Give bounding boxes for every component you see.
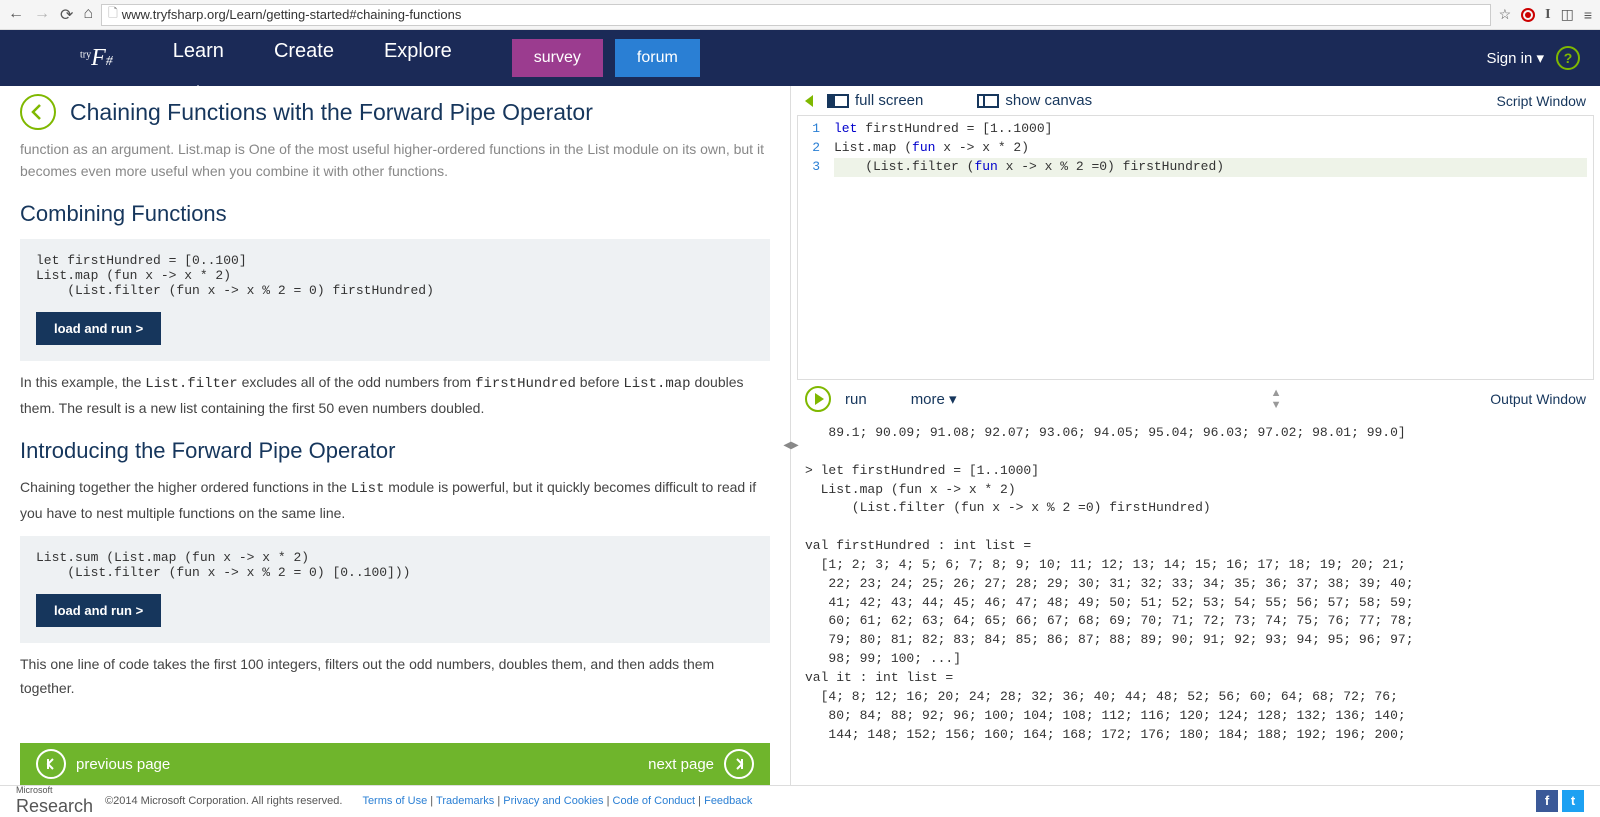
section-combining: Combining Functions bbox=[20, 201, 770, 227]
run-icon[interactable] bbox=[805, 386, 831, 412]
url-bar[interactable]: 🗋 www.tryfsharp.org/Learn/getting-starte… bbox=[101, 4, 1491, 26]
collapse-icon[interactable] bbox=[805, 95, 813, 107]
fullscreen-icon bbox=[827, 94, 849, 108]
site-header: tryF# Learn Create Explore survey forum … bbox=[0, 30, 1600, 86]
load-run-button-1[interactable]: load and run > bbox=[36, 312, 161, 345]
nav-learn[interactable]: Learn bbox=[173, 40, 224, 77]
cutoff-text: function as an argument. List.map is One… bbox=[20, 138, 770, 183]
show-canvas-button[interactable]: show canvas bbox=[977, 92, 1092, 109]
footer-link-trademarks[interactable]: Trademarks bbox=[436, 795, 494, 807]
url-text: www.tryfsharp.org/Learn/getting-started#… bbox=[122, 7, 462, 22]
adblock-icon[interactable] bbox=[1521, 8, 1535, 22]
more-button[interactable]: more ▾ bbox=[911, 390, 957, 408]
tutorial-pane: Chaining Functions with the Forward Pipe… bbox=[0, 86, 790, 785]
nav-create[interactable]: Create bbox=[274, 40, 334, 77]
code-2: List.sum (List.map (fun x -> x * 2) (Lis… bbox=[36, 550, 754, 580]
menu-icon[interactable]: ≡ bbox=[1584, 7, 1592, 23]
script-pane: ◀▶ full screen show canvas Script Window… bbox=[790, 86, 1600, 785]
help-icon[interactable]: ? bbox=[1556, 46, 1580, 70]
next-page-icon[interactable] bbox=[724, 749, 754, 779]
main-nav: Learn Create Explore bbox=[173, 40, 452, 77]
home-icon[interactable]: ⌂ bbox=[83, 5, 93, 25]
ext-icon-box[interactable]: ◫ bbox=[1561, 6, 1574, 23]
prev-page-link[interactable]: previous page bbox=[76, 756, 170, 773]
footer-link-privacy[interactable]: Privacy and Cookies bbox=[503, 795, 603, 807]
para-1: In this example, the List.filter exclude… bbox=[20, 371, 770, 421]
forward-icon[interactable]: → bbox=[34, 5, 50, 25]
editor-gutter: 123 bbox=[798, 116, 828, 379]
prev-page-icon[interactable] bbox=[36, 749, 66, 779]
browser-toolbar: ← → ⟳ ⌂ 🗋 www.tryfsharp.org/Learn/gettin… bbox=[0, 0, 1600, 30]
survey-button[interactable]: survey bbox=[512, 39, 603, 77]
load-run-button-2[interactable]: load and run > bbox=[36, 594, 161, 627]
ext-icon-i[interactable]: I bbox=[1545, 7, 1550, 23]
code-1: let firstHundred = [0..100] List.map (fu… bbox=[36, 253, 754, 298]
footer-link-feedback[interactable]: Feedback bbox=[704, 795, 752, 807]
run-button[interactable]: run bbox=[845, 391, 867, 408]
editor-code[interactable]: let firstHundred = [1..1000]List.map (fu… bbox=[828, 116, 1593, 379]
tutorial-body[interactable]: function as an argument. List.map is One… bbox=[0, 138, 790, 735]
copyright: ©2014 Microsoft Corporation. All rights … bbox=[105, 795, 342, 807]
fullscreen-button[interactable]: full screen bbox=[827, 92, 923, 109]
code-block-1: let firstHundred = [0..100] List.map (fu… bbox=[20, 239, 770, 361]
footer-link-conduct[interactable]: Code of Conduct bbox=[613, 795, 696, 807]
star-icon[interactable]: ☆ bbox=[1499, 6, 1512, 23]
section-pipe: Introducing the Forward Pipe Operator bbox=[20, 438, 770, 464]
twitter-icon[interactable]: t bbox=[1562, 790, 1584, 812]
footer: MicrosoftResearch ©2014 Microsoft Corpor… bbox=[0, 785, 1600, 815]
back-icon[interactable]: ← bbox=[8, 5, 24, 25]
para-3: This one line of code takes the first 10… bbox=[20, 653, 770, 701]
script-window-label: Script Window bbox=[1497, 93, 1586, 109]
drag-handle-icon[interactable]: ▲▼ bbox=[1271, 387, 1282, 411]
nav-explore[interactable]: Explore bbox=[384, 40, 452, 77]
back-button[interactable] bbox=[20, 94, 56, 130]
code-block-2: List.sum (List.map (fun x -> x * 2) (Lis… bbox=[20, 536, 770, 643]
output-console[interactable]: 89.1; 90.09; 91.08; 92.07; 93.06; 94.05;… bbox=[791, 418, 1600, 785]
page-title: Chaining Functions with the Forward Pipe… bbox=[70, 99, 593, 126]
facebook-icon[interactable]: f bbox=[1536, 790, 1558, 812]
next-page-link[interactable]: next page bbox=[648, 756, 714, 773]
forum-button[interactable]: forum bbox=[615, 39, 700, 77]
reload-icon[interactable]: ⟳ bbox=[60, 5, 73, 25]
para-2: Chaining together the higher ordered fun… bbox=[20, 476, 770, 526]
page-icon: 🗋 bbox=[108, 4, 118, 25]
ms-research-logo: MicrosoftResearch bbox=[16, 784, 93, 817]
page-nav: previous page next page bbox=[20, 743, 770, 785]
canvas-icon bbox=[977, 94, 999, 108]
logo[interactable]: tryF# bbox=[80, 45, 113, 72]
signin-link[interactable]: Sign in ▾ bbox=[1486, 49, 1544, 67]
footer-link-terms[interactable]: Terms of Use bbox=[362, 795, 427, 807]
code-editor[interactable]: 123 let firstHundred = [1..1000]List.map… bbox=[797, 115, 1594, 380]
output-window-label: Output Window bbox=[1490, 391, 1586, 407]
